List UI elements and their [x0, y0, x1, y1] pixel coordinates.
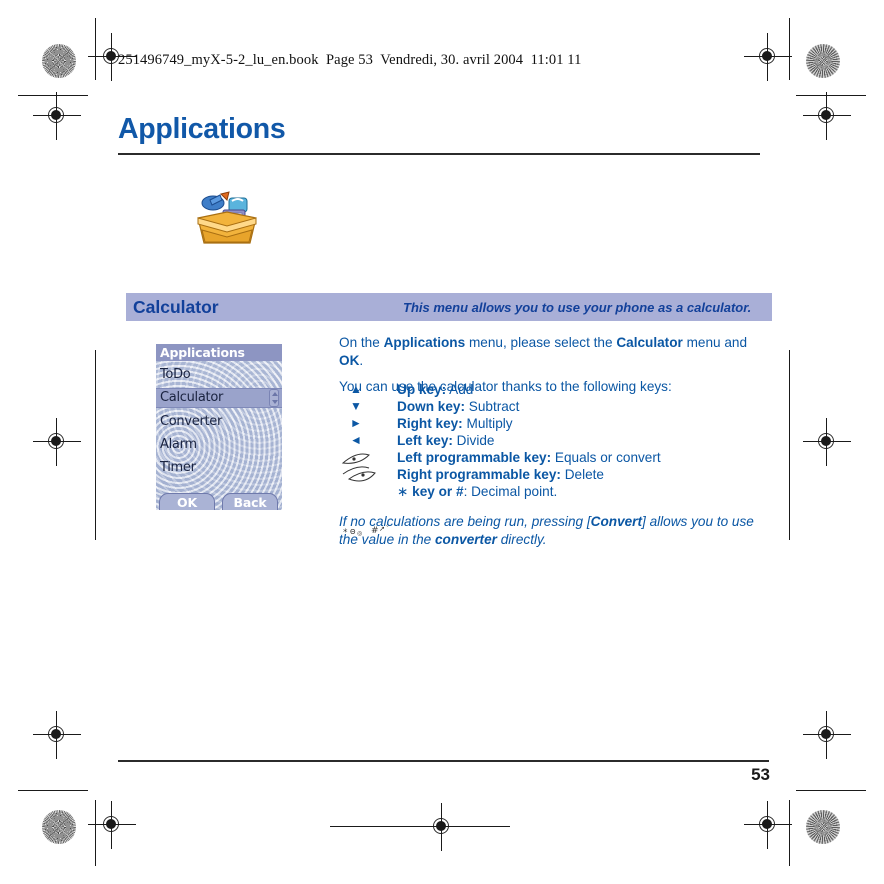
instruction-paragraph: On the Applications menu, please select … [339, 334, 764, 370]
key-row-left: ◄ Left key: Divide [339, 432, 764, 449]
key-row-right-prog-text: Right programmable key: Delete [397, 466, 604, 483]
key-name-down: Down key: [397, 399, 465, 414]
arrow-left-icon: ◄ [350, 433, 362, 447]
key-row-up-text: Up key: Add [397, 381, 473, 398]
crop-line-top-right-vertical [789, 18, 790, 80]
arrow-down-icon: ▼ [350, 399, 362, 413]
key-desc-right-prog: Delete [560, 467, 604, 482]
phone-softkey-ok[interactable]: OK [159, 493, 215, 510]
key-desc-left-prog: Equals or convert [551, 450, 661, 465]
note-convert: Convert [590, 514, 643, 529]
toolbox-icon [193, 190, 261, 246]
key-name-right-prog: Right programmable key: [397, 467, 561, 482]
registration-mark-bottom-center [418, 803, 466, 851]
phone-menu-title: Applications [156, 344, 282, 361]
key-row-star-hash-text: ∗ key or #: Decimal point. [397, 483, 557, 500]
para1-part-c: menu, please select the [465, 335, 617, 350]
page-number: 53 [751, 765, 770, 784]
crop-line-bottom-left-horizontal [18, 790, 88, 791]
note-part-a: If no calculations are being run, pressi… [339, 514, 591, 529]
registration-mark-top-right-inner [744, 33, 792, 81]
key-row-left-programmable: Left programmable key: Equals or convert [339, 449, 764, 482]
crop-line-right-middle-vertical [789, 350, 790, 540]
convert-note: If no calculations are being run, pressi… [339, 513, 767, 549]
phone-menu-item-converter[interactable]: Converter [160, 414, 222, 429]
key-row-down-text: Down key: Subtract [397, 398, 519, 415]
key-desc-down: Subtract [464, 399, 520, 414]
key-row-right: ► Right key: Multiply [339, 415, 764, 432]
key-desc-right: Multiply [462, 416, 513, 431]
registration-mark-left-middle [33, 418, 81, 466]
registration-mark-bottom-right-inner [744, 801, 792, 849]
phone-softkey-bar: OK Back [156, 488, 282, 510]
key-desc-left: Divide [452, 433, 495, 448]
key-desc-up: Add [446, 382, 474, 397]
key-row-down: ▼ Down key: Subtract [339, 398, 764, 415]
para1-part-g: . [359, 352, 364, 368]
phone-menu-item-alarm[interactable]: Alarm [160, 437, 197, 452]
book-header-line: 251496749_myX-5-2_lu_en.book Page 53 Ven… [118, 52, 582, 68]
key-function-list: ▲ Up key: Add ▼ Down key: Subtract ► Rig… [339, 381, 764, 537]
title-divider [118, 153, 760, 155]
arrow-up-icon: ▲ [350, 382, 362, 396]
note-part-e: directly. [496, 531, 547, 547]
phone-scrollbar[interactable] [269, 389, 279, 407]
crop-line-top-left-vertical [95, 18, 96, 80]
crop-line-bottom-center-right [458, 826, 510, 827]
para1-part-e: menu and [682, 335, 748, 350]
phone-menu-item-calculator[interactable]: Calculator [160, 390, 223, 405]
registration-mark-right-upper [803, 92, 851, 140]
registration-mark-left-lower [33, 711, 81, 759]
key-row-left-prog-text: Left programmable key: Equals or convert [397, 449, 661, 466]
footer-divider [118, 760, 769, 762]
registration-mark-right-middle [803, 418, 851, 466]
para1-calculator: Calculator [616, 335, 683, 350]
rosette-mark-top-left [42, 44, 76, 78]
para1-applications: Applications [383, 335, 466, 350]
key-row-star-hash: ⁎ Θ ◎ # ↗ ° ∗ key or #: Decimal point. [339, 483, 764, 537]
registration-mark-left-upper [33, 92, 81, 140]
note-converter: converter [434, 531, 497, 547]
rosette-mark-bottom-right [806, 810, 840, 844]
crop-line-bottom-center-left [330, 826, 426, 827]
phone-menu-item-timer[interactable]: Timer [160, 460, 196, 475]
registration-mark-right-lower [803, 711, 851, 759]
key-row-right-programmable: Right programmable key: Delete [339, 466, 764, 483]
para1-ok: OK [339, 352, 360, 368]
arrow-right-icon: ► [350, 416, 362, 430]
key-row-up: ▲ Up key: Add [339, 381, 764, 398]
key-desc-star-hash: : Decimal point. [463, 484, 558, 499]
star-key-prefix: ∗ [397, 484, 413, 499]
rosette-mark-bottom-left [42, 810, 76, 844]
section-title: Calculator [133, 297, 219, 317]
section-banner: Calculator This menu allows you to use y… [126, 293, 772, 321]
key-name-star-hash: key or # [412, 484, 464, 499]
key-name-left: Left key: [397, 433, 453, 448]
document-page: 251496749_myX-5-2_lu_en.book Page 53 Ven… [0, 0, 884, 884]
phone-menu-item-todo[interactable]: ToDo [160, 367, 191, 382]
page-title: Applications [118, 113, 286, 145]
phone-screenshot: Applications ToDo Calculator Converter A… [156, 344, 282, 510]
section-subtitle: This menu allows you to use your phone a… [403, 300, 752, 315]
crop-line-top-left-horizontal [18, 95, 88, 96]
key-row-left-text: Left key: Divide [397, 432, 494, 449]
key-row-right-text: Right key: Multiply [397, 415, 513, 432]
phone-softkey-back[interactable]: Back [222, 493, 278, 510]
crop-line-bottom-right-vertical [789, 800, 790, 866]
rosette-mark-top-right [806, 44, 840, 78]
key-name-up: Up key: [397, 382, 447, 397]
para1-part-a: On the [339, 335, 384, 350]
registration-mark-bottom-left-inner [88, 801, 136, 849]
crop-line-left-middle-vertical [95, 350, 96, 540]
key-name-left-prog: Left programmable key: [397, 450, 552, 465]
crop-line-bottom-right-horizontal [796, 790, 866, 791]
key-name-right: Right key: [397, 416, 463, 431]
crop-line-top-right-horizontal [796, 95, 866, 96]
